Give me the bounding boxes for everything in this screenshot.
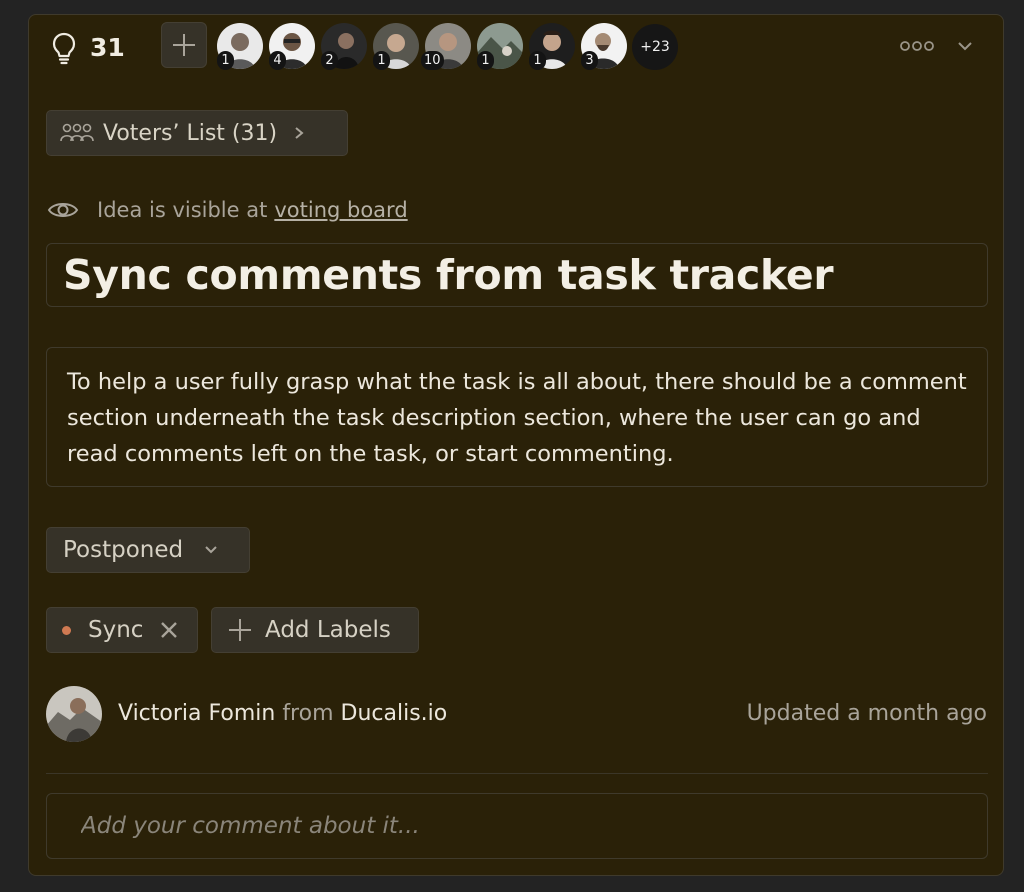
plus-icon <box>229 619 251 641</box>
voter-vote-count: 1 <box>477 51 494 70</box>
idea-title[interactable]: Sync comments from task tracker <box>63 248 834 302</box>
voters-list-button[interactable]: Voters’ List (31) <box>46 110 348 156</box>
chevron-right-icon <box>295 127 304 139</box>
status-dropdown[interactable]: Postponed <box>46 527 250 573</box>
idea-card: 31 1 4 2 1 10 1 1 3 +23 Voters’ List (31… <box>28 14 1004 876</box>
more-options-icon[interactable] <box>899 39 935 53</box>
label-color-dot <box>62 625 71 635</box>
add-labels-button[interactable]: Add Labels <box>211 607 419 653</box>
author-name[interactable]: Victoria Fomin <box>118 701 275 726</box>
remove-label-icon[interactable] <box>159 620 179 640</box>
voter-vote-count: 2 <box>321 51 338 70</box>
visibility-note: Idea is visible at voting board <box>47 195 408 225</box>
voting-board-link[interactable]: voting board <box>274 198 407 222</box>
idea-description[interactable]: To help a user fully grasp what the task… <box>67 364 971 472</box>
add-voter-button[interactable] <box>161 22 207 68</box>
comment-input[interactable] <box>47 794 987 858</box>
author-org: Ducalis.io <box>340 701 448 726</box>
idea-description-field[interactable]: To help a user fully grasp what the task… <box>46 347 988 487</box>
lightbulb-icon <box>52 32 76 65</box>
chevron-down-icon <box>205 546 217 554</box>
more-voters-badge[interactable]: +23 <box>632 24 678 70</box>
users-icon <box>60 123 94 142</box>
author-avatar[interactable] <box>46 686 102 742</box>
voter-vote-count: 3 <box>581 51 598 70</box>
updated-timestamp: Updated a month ago <box>746 701 987 726</box>
voter-vote-count: 1 <box>373 51 390 70</box>
status-value: Postponed <box>63 537 184 563</box>
voter-vote-count: 1 <box>529 51 546 70</box>
vote-count: 31 <box>90 33 125 62</box>
comment-box[interactable] <box>46 793 988 859</box>
idea-title-field[interactable]: Sync comments from task tracker <box>46 243 988 307</box>
voter-vote-count: 4 <box>269 51 286 70</box>
voter-vote-count: 10 <box>421 51 444 70</box>
voter-vote-count: 1 <box>217 51 234 70</box>
add-labels-label: Add Labels <box>265 617 391 643</box>
label-name: Sync <box>88 617 144 643</box>
visibility-text: Idea is visible at <box>97 198 268 222</box>
plus-icon <box>173 34 195 56</box>
author-line: Victoria Fomin from Ducalis.io <box>118 699 447 729</box>
voters-list-label: Voters’ List (31) <box>103 120 278 146</box>
divider <box>46 773 988 774</box>
eye-icon <box>47 203 79 217</box>
label-chip-sync[interactable]: Sync <box>46 607 198 653</box>
author-from: from <box>282 701 334 726</box>
collapse-chevron-icon[interactable] <box>955 37 975 55</box>
